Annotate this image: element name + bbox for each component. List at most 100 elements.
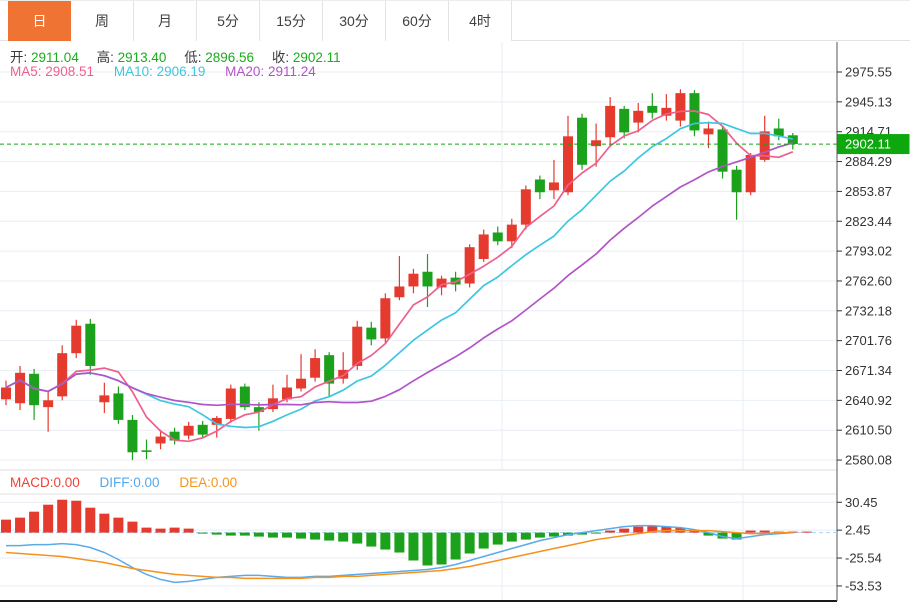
close-value: 2902.11 <box>293 50 341 65</box>
candle-body <box>563 136 573 192</box>
tab-月[interactable]: 月 <box>134 1 197 41</box>
macd-bar <box>57 500 67 533</box>
macd-bar <box>240 533 250 536</box>
macd-bar <box>113 518 123 533</box>
timeframe-tab-bar: 日周月5分15分30分60分4时 <box>0 0 910 41</box>
open-value: 2911.04 <box>31 50 79 65</box>
ma10-legend: MA10: 2906.19 <box>114 64 206 79</box>
candle-body <box>184 426 194 436</box>
high-value: 2913.40 <box>118 50 167 65</box>
candle-body <box>746 155 756 192</box>
candle-body <box>198 425 208 435</box>
candle-body <box>408 274 418 287</box>
macd-bar <box>521 533 531 540</box>
candle-body <box>535 179 545 192</box>
price-tick-label: 2701.76 <box>845 333 892 348</box>
candle-body <box>71 326 81 353</box>
candle-body <box>605 106 615 137</box>
macd-bar <box>352 533 362 544</box>
ma20-legend: MA20: 2911.24 <box>225 64 316 79</box>
candle-body <box>647 106 657 113</box>
candle-body <box>507 225 517 242</box>
macd-bar <box>605 531 615 533</box>
macd-bar <box>15 518 25 533</box>
macd-bar <box>493 533 503 545</box>
macd-bar <box>380 533 390 550</box>
tab-15分[interactable]: 15分 <box>260 1 323 41</box>
macd-bar <box>338 533 348 542</box>
macd-bar <box>423 533 433 566</box>
candle-body <box>127 420 137 452</box>
candle-body <box>465 247 475 283</box>
macd-bar <box>591 533 601 534</box>
tab-周[interactable]: 周 <box>71 1 134 41</box>
ma5-legend: MA5: 2908.51 <box>10 64 94 79</box>
open-label: 开: <box>10 50 27 65</box>
macd-bar <box>268 533 278 538</box>
tab-日[interactable]: 日 <box>8 1 71 41</box>
macd-bar <box>43 505 53 533</box>
candle-body <box>156 437 166 444</box>
candle-body <box>352 327 362 366</box>
macd-bar <box>226 533 236 536</box>
macd-tick-label: -25.54 <box>845 551 882 566</box>
kline-chart-canvas[interactable]: 2975.552945.132914.712884.292853.872823.… <box>0 0 910 604</box>
price-tick-label: 2975.55 <box>845 65 892 80</box>
macd-bar <box>465 533 475 554</box>
macd-bar <box>535 533 545 538</box>
tab-4时[interactable]: 4时 <box>449 1 512 41</box>
macd-bar <box>633 527 643 533</box>
price-tick-label: 2945.13 <box>845 94 892 109</box>
candle-body <box>788 135 798 144</box>
macd-bar <box>394 533 404 553</box>
candle-body <box>423 272 433 287</box>
candle-body <box>437 279 447 288</box>
macd-bar <box>142 528 152 533</box>
price-tick-label: 2671.34 <box>845 363 892 378</box>
low-label: 低: <box>184 50 201 65</box>
candle-body <box>15 373 25 403</box>
macd-bar <box>408 533 418 561</box>
macd-bar <box>85 508 95 533</box>
candle-body <box>85 324 95 366</box>
candle-body <box>113 393 123 419</box>
macd-bar <box>71 501 81 533</box>
candle-body <box>99 395 109 402</box>
macd-bar <box>127 522 137 533</box>
macd-bar <box>479 533 489 549</box>
candle-body <box>479 234 489 259</box>
price-tick-label: 2732.18 <box>845 303 892 318</box>
tab-30分[interactable]: 30分 <box>323 1 386 41</box>
macd-bar <box>198 533 208 534</box>
macd-bar <box>296 533 306 539</box>
ma-legend: MA5: 2908.51 MA10: 2906.19 MA20: 2911.24 <box>10 64 316 79</box>
price-tick-label: 2580.08 <box>845 453 892 468</box>
macd-bar <box>170 528 180 533</box>
candle-body <box>142 450 152 452</box>
macd-bar <box>324 533 334 541</box>
macd-tick-label: 2.45 <box>845 523 870 538</box>
price-tick-label: 2793.02 <box>845 244 892 259</box>
price-tick-label: 2762.60 <box>845 273 892 288</box>
price-tick-label: 2823.44 <box>845 214 892 229</box>
candle-body <box>394 286 404 297</box>
tab-60分[interactable]: 60分 <box>386 1 449 41</box>
tab-5分[interactable]: 5分 <box>197 1 260 41</box>
macd-bar <box>254 533 264 537</box>
high-label: 高: <box>97 50 114 65</box>
price-tick-label: 2640.92 <box>845 393 892 408</box>
macd-bar <box>802 532 812 533</box>
macd-bar <box>366 533 376 547</box>
candle-body <box>310 358 320 378</box>
current-price-badge-label: 2902.11 <box>845 137 891 152</box>
macd-bar <box>746 531 756 533</box>
candle-body <box>704 128 714 134</box>
candle-body <box>366 328 376 340</box>
candle-body <box>1 388 11 400</box>
close-label: 收: <box>272 50 289 65</box>
candle-body <box>577 118 587 165</box>
macd-bar <box>310 533 320 540</box>
macd-tick-label: -53.53 <box>845 578 882 593</box>
candle-body <box>619 109 629 133</box>
macd-bar <box>760 531 770 533</box>
